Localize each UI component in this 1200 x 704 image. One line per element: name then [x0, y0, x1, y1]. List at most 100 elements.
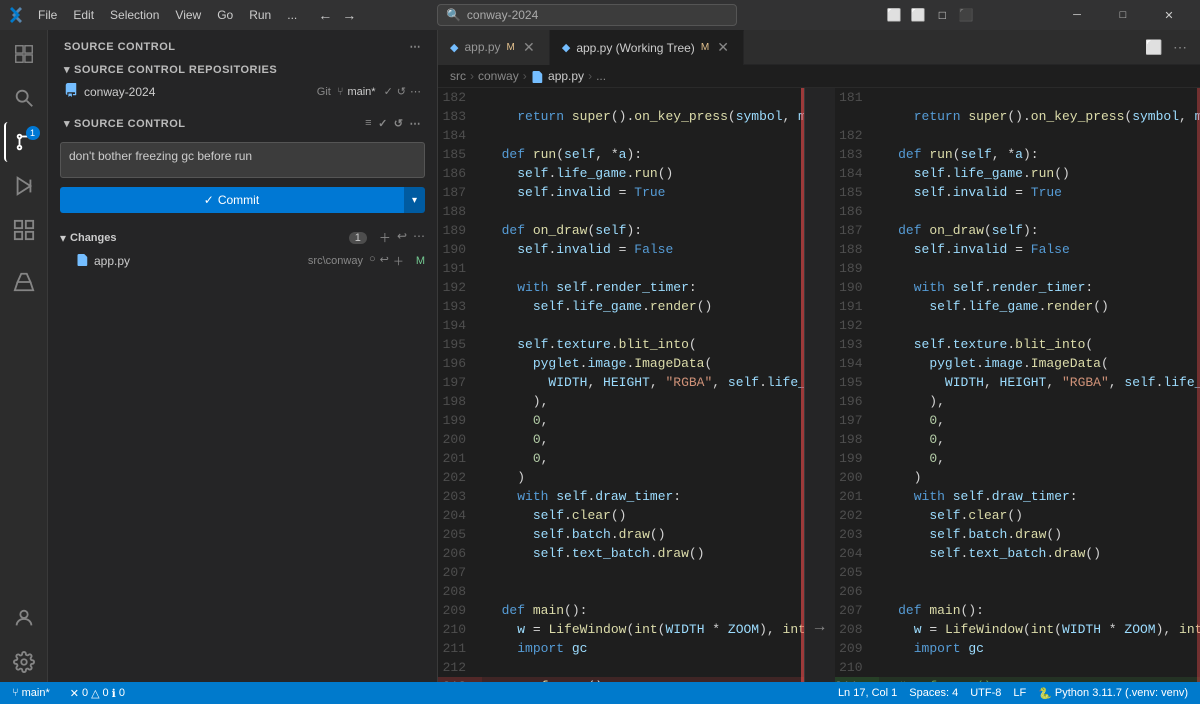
file-name: app.py — [94, 254, 302, 268]
code-line: 204 self.text_batch.draw() — [835, 544, 1200, 563]
commit-button-row: ✓ Commit ▾ — [60, 187, 425, 213]
commit-message-input[interactable]: don't bother freezing gc before run — [60, 142, 425, 178]
tab-icon-2: ◆ — [562, 41, 570, 54]
code-line: 207 — [438, 563, 804, 582]
layout-icon[interactable]: ⬜ — [908, 5, 928, 25]
code-line: 191 self.life_game.render() — [835, 297, 1200, 316]
status-errors[interactable]: ✕ 0 △ 0 ℹ 0 — [66, 682, 129, 704]
activity-run[interactable] — [4, 166, 44, 206]
diff-gutter: → — [805, 88, 835, 682]
code-line: 206 self.text_batch.draw() — [438, 544, 804, 563]
file-open-changes[interactable]: ○ — [369, 253, 376, 269]
status-spaces[interactable]: Spaces: 4 — [905, 682, 962, 704]
menu-file[interactable]: File — [32, 6, 63, 24]
breadcrumb-more[interactable]: ... — [596, 69, 606, 83]
activity-explorer[interactable] — [4, 34, 44, 74]
code-line: 196 pyglet.image.ImageData( — [438, 354, 804, 373]
status-info-icon: ℹ — [112, 687, 116, 700]
menu-view[interactable]: View — [169, 6, 207, 24]
code-line: 190 self.invalid = False — [438, 240, 804, 259]
tab-close-button-2[interactable]: ✕ — [715, 40, 731, 56]
code-line: 182 — [438, 88, 804, 107]
code-line: 200 0, — [438, 430, 804, 449]
code-line-added: 211+ #gc.freeze() — [835, 677, 1200, 682]
status-right: Ln 17, Col 1 Spaces: 4 UTF-8 LF 🐍 Python… — [834, 682, 1192, 704]
code-line: 211 import gc — [438, 639, 804, 658]
right-code-area[interactable]: 181 return super().on_key_press(symbol, … — [835, 88, 1200, 682]
split-editor-right[interactable]: ⬜ — [1142, 35, 1166, 59]
repo-row[interactable]: conway-2024 Git ⑂ main* ✓ ↺ ⋯ — [48, 80, 437, 103]
sc-refresh[interactable]: ↺ — [394, 117, 404, 130]
code-line: 195 self.texture.blit_into( — [438, 335, 804, 354]
code-line: 199 0, — [835, 449, 1200, 468]
activity-settings[interactable] — [4, 642, 44, 682]
status-eol[interactable]: LF — [1009, 682, 1030, 704]
changes-stage-all[interactable]: ＋ — [379, 229, 391, 246]
commit-dropdown-button[interactable]: ▾ — [403, 187, 425, 213]
status-spaces-label: Spaces: 4 — [909, 687, 958, 699]
tab-actions: ⬜ ⋯ — [1142, 35, 1200, 59]
maximize-button[interactable]: □ — [1100, 0, 1146, 30]
left-code-area[interactable]: 182 183 return super().on_key_press(symb… — [438, 88, 804, 682]
activity-search[interactable] — [4, 78, 44, 118]
code-line: 186 — [835, 202, 1200, 221]
status-branch[interactable]: ⑂ main* — [8, 682, 54, 704]
changes-header[interactable]: ▾ Changes 1 ＋ ↩ ⋯ — [48, 225, 437, 250]
activity-extensions[interactable] — [4, 210, 44, 250]
tab-app-py[interactable]: ◆ app.py M ✕ — [438, 30, 550, 65]
file-discard[interactable]: ↩ — [380, 253, 389, 269]
nav-back[interactable]: ← — [315, 5, 335, 25]
tabs-bar: ◆ app.py M ✕ ◆ app.py (Working Tree) M ✕… — [438, 30, 1200, 65]
code-line: 209 def main(): — [438, 601, 804, 620]
commit-button[interactable]: ✓ Commit — [60, 187, 403, 213]
toggle-panel[interactable]: ⬛ — [956, 5, 976, 25]
toggle-primary-sidebar[interactable]: □ — [932, 5, 952, 25]
nav-forward[interactable]: → — [339, 5, 359, 25]
code-line: 208 — [438, 582, 804, 601]
breadcrumb: src › conway › app.py › ... — [438, 65, 1200, 88]
sc-actions: ≡ ✓ ↺ ⋯ — [365, 117, 421, 130]
changes-more[interactable]: ⋯ — [413, 229, 425, 246]
split-editor-icon[interactable]: ⬜ — [884, 5, 904, 25]
activity-accounts[interactable] — [4, 598, 44, 638]
code-line: 195 WIDTH, HEIGHT, "RGBA", self.life_ga… — [835, 373, 1200, 392]
menu-selection[interactable]: Selection — [104, 6, 165, 24]
more-actions-btn[interactable]: ⋯ — [1168, 35, 1192, 59]
close-button[interactable]: ✕ — [1146, 0, 1192, 30]
breadcrumb-conway[interactable]: conway — [478, 69, 519, 83]
repo-sync[interactable]: ↺ — [397, 85, 406, 98]
repo-checkmarks[interactable]: ✓ — [384, 85, 393, 98]
minimize-button[interactable]: ─ — [1054, 0, 1100, 30]
sidebar-header-actions: ⋯ — [410, 40, 422, 53]
repos-section-label[interactable]: ▾ SOURCE CONTROL REPOSITORIES — [48, 57, 437, 80]
menu-run[interactable]: Run — [243, 6, 277, 24]
commit-label: Commit — [218, 193, 259, 207]
tab-app-py-working-tree[interactable]: ◆ app.py (Working Tree) M ✕ — [550, 30, 744, 65]
changed-file-row[interactable]: app.py src\conway ○ ↩ ＋ M — [48, 250, 437, 272]
global-search[interactable]: 🔍 conway-2024 — [437, 4, 737, 26]
status-encoding[interactable]: UTF-8 — [966, 682, 1005, 704]
sidebar-more-actions[interactable]: ⋯ — [410, 40, 422, 53]
menu-go[interactable]: Go — [211, 6, 239, 24]
code-line: 209 import gc — [835, 639, 1200, 658]
status-python[interactable]: 🐍 Python 3.11.7 (.venv: venv) — [1034, 682, 1192, 704]
branch-name: main* — [347, 86, 375, 98]
breadcrumb-apppy[interactable]: app.py — [531, 69, 584, 83]
sc-label: SOURCE CONTROL — [74, 118, 186, 130]
breadcrumb-src[interactable]: src — [450, 69, 466, 83]
menu-edit[interactable]: Edit — [67, 6, 100, 24]
file-stage[interactable]: ＋ — [393, 253, 404, 269]
file-actions: ○ ↩ ＋ — [369, 253, 404, 269]
activity-source-control[interactable]: 1 — [4, 122, 44, 162]
editor-content: 182 183 return super().on_key_press(symb… — [438, 88, 1200, 682]
status-cursor[interactable]: Ln 17, Col 1 — [834, 682, 901, 704]
repo-more[interactable]: ⋯ — [410, 85, 421, 98]
sc-stage-all[interactable]: ≡ — [365, 117, 372, 130]
code-line: 183 def run(self, *a): — [835, 145, 1200, 164]
menu-more[interactable]: ... — [281, 6, 303, 24]
sc-more[interactable]: ⋯ — [410, 117, 422, 130]
tab-close-button[interactable]: ✕ — [521, 39, 537, 55]
activity-test[interactable] — [4, 262, 44, 302]
changes-discard-all[interactable]: ↩ — [397, 229, 407, 246]
sc-commit-check[interactable]: ✓ — [378, 117, 388, 130]
